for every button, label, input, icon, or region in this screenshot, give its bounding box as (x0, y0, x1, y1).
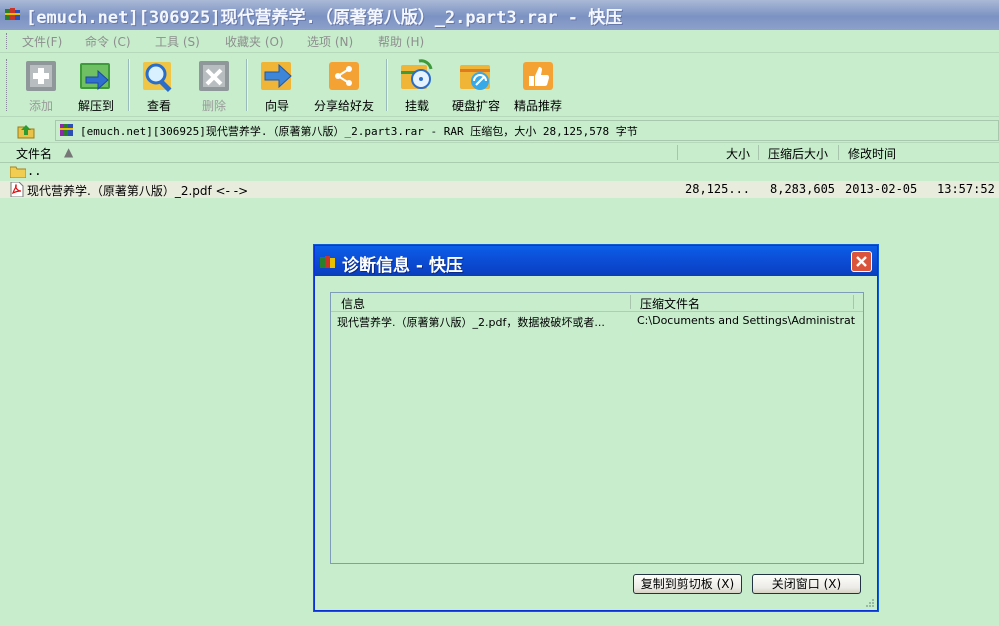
menu-help[interactable]: 帮助 (H) (378, 33, 424, 50)
toolbar: 添加 解压到 查看 删除 向导 分享给好友 挂载 硬盘扩容 精品推荐 (0, 53, 999, 117)
close-icon (856, 256, 867, 267)
mount-button[interactable]: 挂载 (394, 57, 440, 115)
toolbar-separator (386, 59, 388, 111)
window-title: [emuch.net][306925]现代营养学.（原著第八版）_2.part3… (26, 8, 623, 28)
file-date: 2013-02-05 (845, 182, 918, 196)
column-modified[interactable]: 修改时间 (848, 145, 896, 162)
share-button[interactable]: 分享给好友 (308, 57, 380, 115)
diagnostic-row[interactable]: 现代营养学.（原著第八版）_2.pdf，数据被破坏或者... C:\Docume… (331, 312, 863, 330)
recommend-button[interactable]: 精品推荐 (510, 57, 566, 115)
column-divider[interactable] (630, 295, 631, 309)
share-icon (329, 62, 359, 90)
wizard-label: 向导 (264, 99, 289, 113)
mount-label: 挂载 (404, 99, 429, 113)
share-label: 分享给好友 (313, 99, 374, 113)
table-row[interactable]: 现代营养学.（原著第八版）_2.pdf <- -> 28,125... 8,28… (0, 181, 999, 198)
menu-favorites[interactable]: 收藏夹 (O) (225, 33, 284, 50)
disk-expand-label: 硬盘扩容 (451, 99, 500, 113)
toolbar-separator (246, 59, 248, 111)
menu-options[interactable]: 选项 (N) (307, 33, 353, 50)
add-icon (26, 61, 56, 91)
mount-icon (401, 59, 433, 89)
dialog-title: 诊断信息 - 快压 (342, 256, 463, 276)
toolbar-separator (128, 59, 130, 111)
add-label: 添加 (28, 99, 53, 113)
delete-label: 删除 (201, 99, 226, 113)
disk-expand-button[interactable]: 硬盘扩容 (448, 57, 504, 115)
rar-archive-icon (60, 124, 73, 136)
diagnostic-list[interactable]: 信息 压缩文件名 现代营养学.（原著第八版）_2.pdf，数据被破坏或者... … (330, 292, 864, 564)
diagnostic-info: 现代营养学.（原著第八版）_2.pdf，数据被破坏或者... (337, 316, 605, 329)
extract-button[interactable]: 解压到 (70, 57, 122, 115)
add-button[interactable]: 添加 (18, 57, 64, 115)
view-label: 查看 (146, 99, 171, 113)
dialog-close-button[interactable] (851, 251, 872, 272)
diagnostic-dialog: 诊断信息 - 快压 信息 压缩文件名 现代营养学.（原著第八版）_2.pdf，数… (314, 245, 878, 611)
up-folder-icon[interactable] (16, 121, 36, 139)
wizard-icon (261, 62, 292, 90)
column-filename[interactable]: 文件名 (16, 145, 52, 162)
path-text: [emuch.net][306925]现代营养学.（原著第八版）_2.part3… (80, 125, 638, 138)
kuaiya-app-icon (5, 8, 20, 20)
file-size: 28,125... (685, 182, 751, 196)
view-button[interactable]: 查看 (136, 57, 182, 115)
disk-expand-icon (460, 65, 490, 90)
address-bar: [emuch.net][306925]现代营养学.（原著第八版）_2.part3… (0, 118, 999, 143)
file-time: 13:57:52 (937, 182, 995, 196)
menu-tools[interactable]: 工具 (S) (155, 33, 200, 50)
kuaiya-app-icon (320, 256, 335, 268)
recommend-icon (523, 62, 553, 90)
copy-to-clipboard-button[interactable]: 复制到剪切板 (X) (633, 574, 742, 594)
parent-label: .. (27, 164, 42, 178)
file-packed-size: 8,283,605 (770, 182, 836, 196)
extract-icon (80, 63, 110, 91)
column-info[interactable]: 信息 (341, 295, 365, 312)
column-divider[interactable] (758, 145, 759, 160)
wizard-button[interactable]: 向导 (254, 57, 300, 115)
file-list-header: 文件名 ▲ 大小 压缩后大小 修改时间 (0, 143, 999, 163)
list-item-parent[interactable]: .. (0, 163, 999, 180)
column-divider[interactable] (838, 145, 839, 160)
column-divider[interactable] (677, 145, 678, 160)
menu-bar: 文件(F) 命令 (C) 工具 (S) 收藏夹 (O) 选项 (N) 帮助 (H… (0, 30, 999, 53)
recommend-label: 精品推荐 (513, 99, 562, 113)
delete-button[interactable]: 删除 (190, 57, 238, 115)
pdf-file-icon (10, 182, 24, 197)
extract-label: 解压到 (77, 99, 114, 113)
diagnostic-archive: C:\Documents and Settings\Administrator.… (637, 314, 855, 327)
view-icon (143, 62, 172, 93)
menu-file[interactable]: 文件(F) (22, 33, 62, 50)
diagnostic-list-header: 信息 压缩文件名 (331, 293, 863, 312)
column-packed-size[interactable]: 压缩后大小 (768, 145, 828, 162)
toolbar-grip (6, 59, 10, 111)
menu-command[interactable]: 命令 (C) (85, 33, 131, 50)
window-titlebar[interactable]: [emuch.net][306925]现代营养学.（原著第八版）_2.part3… (0, 0, 999, 30)
folder-icon (10, 166, 26, 178)
column-size[interactable]: 大小 (726, 145, 750, 162)
column-archive-name[interactable]: 压缩文件名 (640, 295, 700, 312)
dialog-titlebar[interactable]: 诊断信息 - 快压 (315, 246, 877, 276)
file-name: 现代营养学.（原著第八版）_2.pdf <- -> (27, 184, 249, 198)
column-divider[interactable] (853, 295, 854, 309)
delete-icon (199, 61, 229, 91)
close-window-button[interactable]: 关闭窗口 (X) (752, 574, 861, 594)
path-field[interactable]: [emuch.net][306925]现代营养学.（原著第八版）_2.part3… (55, 120, 999, 141)
sort-ascending-icon: ▲ (64, 145, 74, 159)
resize-grip-icon[interactable] (865, 598, 875, 608)
menu-grip (6, 33, 10, 49)
